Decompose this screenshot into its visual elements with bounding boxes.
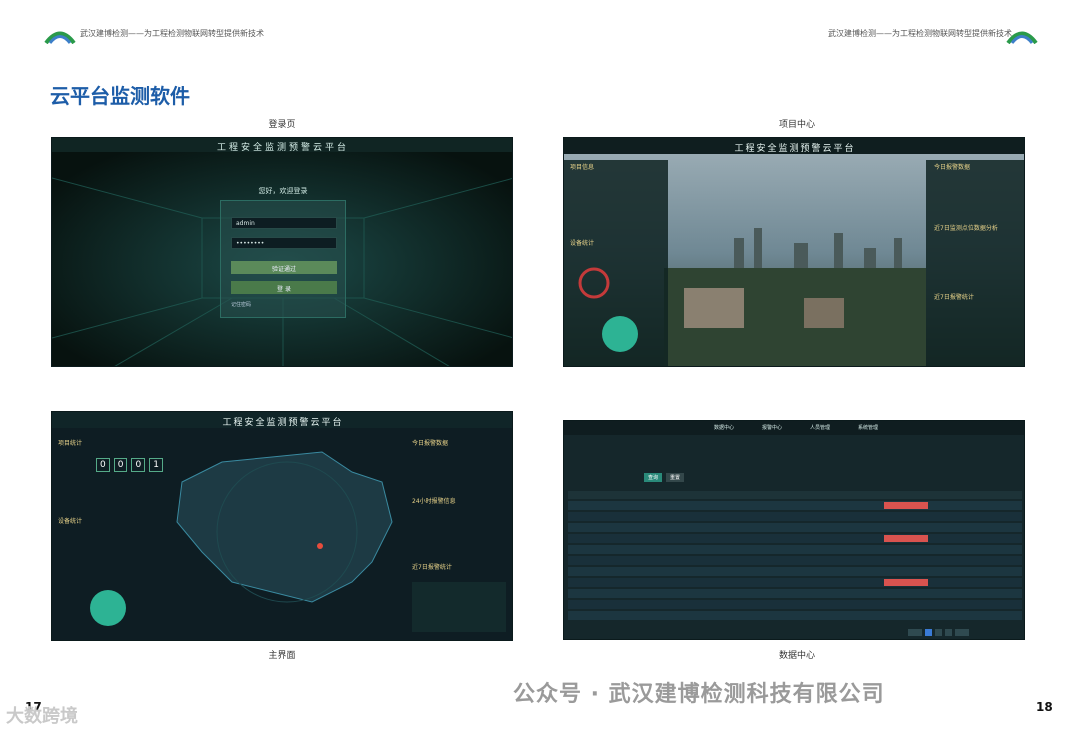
username-input[interactable]: admin bbox=[231, 217, 337, 229]
project-info-title: 项目信息 bbox=[570, 164, 595, 171]
screenshot-data-center: 数据中心 报警中心 人员管理 系统管理 查询 重置 bbox=[563, 420, 1025, 640]
warn-title: 今日报警数据 bbox=[934, 164, 971, 171]
search-button[interactable]: 查询 bbox=[644, 473, 663, 482]
data-tabs: 数据中心 报警中心 人员管理 系统管理 bbox=[714, 424, 878, 431]
main-warn-title: 今日报警数据 bbox=[412, 440, 449, 447]
table-row[interactable] bbox=[568, 600, 1022, 609]
counter-digit: 0 bbox=[113, 458, 128, 472]
header-text-right: 武汉建博检测——为工程检测物联网转型提供新技术 bbox=[828, 29, 1012, 38]
table-row[interactable] bbox=[568, 578, 1022, 587]
city-photo bbox=[564, 138, 1024, 366]
tab-data-center[interactable]: 数据中心 bbox=[714, 424, 734, 431]
page-title: 云平台监测软件 bbox=[50, 84, 190, 108]
tab-warn-center[interactable]: 报警中心 bbox=[762, 424, 782, 431]
login-platform-title: 工程安全监测预警云平台 bbox=[216, 143, 349, 153]
watermark: 公众号 · 武汉建博检测科技有限公司 bbox=[513, 682, 885, 707]
password-input[interactable]: •••••••• bbox=[231, 237, 337, 249]
page-button[interactable] bbox=[955, 629, 969, 636]
caption-login: 登录页 bbox=[268, 120, 296, 130]
login-welcome: 您好，欢迎登录 bbox=[258, 187, 308, 195]
device-stats-title: 设备统计 bbox=[570, 240, 595, 247]
warn-cell bbox=[884, 579, 928, 586]
caption-main: 主界面 bbox=[268, 651, 296, 661]
table-row[interactable] bbox=[568, 589, 1022, 598]
main-device-title: 设备统计 bbox=[58, 518, 83, 525]
page-button[interactable] bbox=[945, 629, 952, 636]
warn-cell bbox=[884, 502, 928, 509]
remember-checkbox[interactable]: 记住密码 bbox=[231, 301, 251, 308]
page-button-active[interactable] bbox=[925, 629, 932, 636]
login-button[interactable]: 登 录 bbox=[231, 281, 337, 294]
screenshot-main: 工程安全监测预警云平台 项目统计 设备统计 今日报警数据 24小时报警信息 近7… bbox=[51, 411, 513, 641]
screenshot-project-center: 工程安全监测预警云平台 项目信息 设备统计 今日报警数据 近7日监测点位数据分析… bbox=[563, 137, 1025, 367]
reset-button[interactable]: 重置 bbox=[666, 473, 685, 482]
live-warn-title: 24小时报警信息 bbox=[412, 498, 456, 505]
pagination bbox=[908, 629, 969, 636]
verify-button[interactable]: 验证通过 bbox=[231, 261, 337, 274]
page-button[interactable] bbox=[935, 629, 942, 636]
login-box: admin •••••••• 验证通过 登 录 记住密码 bbox=[220, 200, 346, 318]
page-button[interactable] bbox=[908, 629, 922, 636]
data-table bbox=[568, 491, 1022, 620]
company-logo-right bbox=[1006, 31, 1038, 44]
watermark-logo: 大数跨境 bbox=[6, 706, 78, 727]
table-row[interactable] bbox=[568, 512, 1022, 521]
screenshot-login: 工程安全监测预警云平台 您好，欢迎登录 admin •••••••• 验证通过 … bbox=[51, 137, 513, 367]
tab-people[interactable]: 人员管理 bbox=[810, 424, 830, 431]
table-row[interactable] bbox=[568, 545, 1022, 554]
main-seven-title: 近7日报警统计 bbox=[412, 564, 452, 571]
seven-day-title: 近7日报警统计 bbox=[934, 294, 974, 301]
table-row[interactable] bbox=[568, 523, 1022, 532]
project-platform-title: 工程安全监测预警云平台 bbox=[734, 144, 856, 154]
trend-title: 近7日监测点位数据分析 bbox=[934, 225, 998, 232]
caption-data: 数据中心 bbox=[778, 651, 815, 661]
page-number-right: 18 bbox=[1036, 700, 1053, 714]
counter-digit: 1 bbox=[149, 458, 163, 472]
table-row[interactable] bbox=[568, 611, 1022, 620]
counter-digit: 0 bbox=[131, 458, 146, 472]
table-row[interactable] bbox=[568, 534, 1022, 543]
project-stats-title: 项目统计 bbox=[58, 440, 83, 447]
main-platform-title: 工程安全监测预警云平台 bbox=[222, 418, 344, 428]
company-logo-left bbox=[44, 31, 76, 44]
counter-digit: 0 bbox=[96, 458, 110, 472]
tab-system[interactable]: 系统管理 bbox=[858, 424, 878, 431]
caption-project: 项目中心 bbox=[778, 120, 815, 130]
project-counter: 0 0 0 1 bbox=[96, 458, 163, 472]
warn-cell bbox=[884, 535, 928, 542]
table-row[interactable] bbox=[568, 556, 1022, 565]
table-row[interactable] bbox=[568, 501, 1022, 510]
header-text-left: 武汉建博检测——为工程检测物联网转型提供新技术 bbox=[80, 29, 264, 38]
filter-buttons: 查询 重置 bbox=[644, 473, 685, 482]
table-row[interactable] bbox=[568, 567, 1022, 576]
